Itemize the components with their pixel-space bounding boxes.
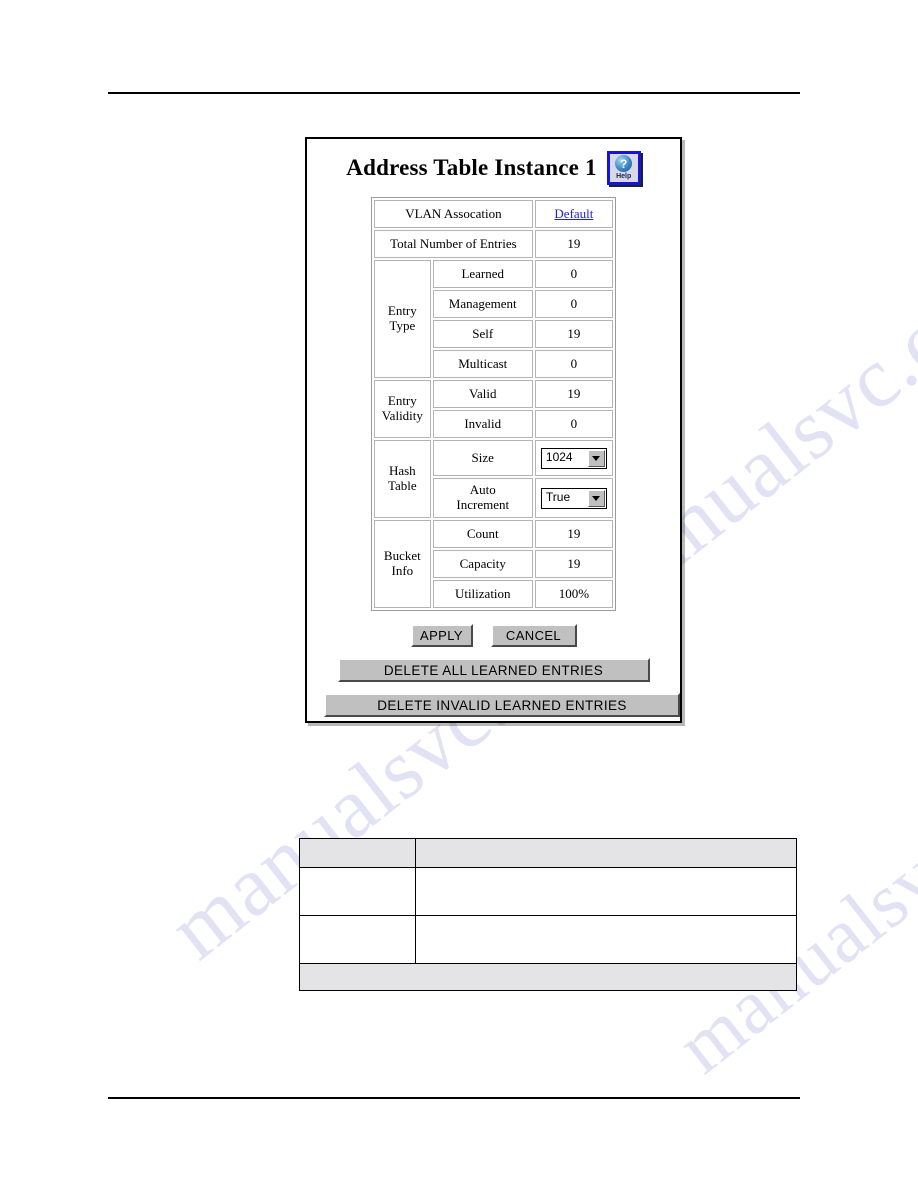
chevron-down-icon[interactable] xyxy=(587,449,605,467)
auto-increment-select[interactable]: True xyxy=(540,487,607,509)
table-row: VLAN Assocation Default xyxy=(374,200,613,228)
cell-label-self: Self xyxy=(432,320,533,348)
cell-term xyxy=(299,915,416,964)
cell-description xyxy=(415,867,797,916)
hash-size-select[interactable]: 1024 xyxy=(540,447,607,469)
group-label-hash-table: Hash Table xyxy=(374,440,431,518)
cell-label-multicast: Multicast xyxy=(432,350,533,378)
cell-value-self: 19 xyxy=(534,320,613,348)
cell-value-learned: 0 xyxy=(534,260,613,288)
group-label-line1: Entry xyxy=(387,393,417,409)
table-row: Hash Table Size 1024 xyxy=(374,440,613,518)
header-rule xyxy=(108,92,800,94)
table-row xyxy=(299,867,797,916)
footer-cell xyxy=(299,963,797,991)
cell-label-valid: Valid xyxy=(432,380,533,408)
cell-value-bucket-count: 19 xyxy=(534,520,613,548)
delete-all-learned-entries-button[interactable]: DELETE ALL LEARNED ENTRIES xyxy=(337,658,650,682)
delete-invalid-learned-entries-button[interactable]: DELETE INVALID LEARNED ENTRIES xyxy=(324,693,680,717)
cell-label-line2: Increment xyxy=(456,497,510,512)
table-row: Entry Validity Valid 19 xyxy=(374,380,613,438)
cell-label-invalid: Invalid xyxy=(432,410,533,438)
cell-value-vlan-assocation: Default xyxy=(534,200,613,228)
apply-button[interactable]: APPLY xyxy=(410,624,473,647)
cell-value-auto-increment: True xyxy=(534,478,613,518)
group-label-line2: Table xyxy=(387,478,417,493)
table-row: Total Number of Entries 19 xyxy=(374,230,613,258)
panel-header: Address Table Instance 1 ? Help xyxy=(307,139,680,193)
cell-label-management: Management xyxy=(432,290,533,318)
header-cell-term xyxy=(299,838,416,868)
table-header-row xyxy=(299,838,797,868)
address-table: VLAN Assocation Default Total Number of … xyxy=(371,197,616,611)
reference-table xyxy=(299,838,797,991)
group-label-entry-type: Entry Type xyxy=(374,260,431,378)
cancel-button[interactable]: CANCEL xyxy=(490,624,577,647)
cell-label-bucket-utilization: Utilization xyxy=(432,580,533,608)
cell-label-learned: Learned xyxy=(432,260,533,288)
cell-term xyxy=(299,867,416,916)
help-button[interactable]: ? Help xyxy=(606,151,641,185)
cell-description xyxy=(415,915,797,964)
group-label-line1: Hash xyxy=(388,463,416,479)
hash-size-select-value: 1024 xyxy=(545,451,573,465)
address-table-panel: Address Table Instance 1 ? Help VLAN Ass… xyxy=(305,137,682,723)
table-row: Bucket Info Count 19 xyxy=(374,520,613,608)
cell-label-hash-size: Size xyxy=(432,440,533,476)
header-cell-description xyxy=(415,838,797,868)
cell-label-vlan-assocation: VLAN Assocation xyxy=(374,200,533,228)
chevron-down-icon[interactable] xyxy=(587,489,605,507)
cell-value-invalid: 0 xyxy=(534,410,613,438)
cell-value-total-entries: 19 xyxy=(534,230,613,258)
group-label-line2: Info xyxy=(391,563,414,578)
cell-label-bucket-count: Count xyxy=(432,520,533,548)
group-label-entry-validity: Entry Validity xyxy=(374,380,431,438)
cell-value-bucket-utilization: 100% xyxy=(534,580,613,608)
footer-rule xyxy=(108,1097,800,1099)
group-label-line2: Type xyxy=(389,318,416,333)
cell-value-valid: 19 xyxy=(534,380,613,408)
help-button-label: Help xyxy=(616,173,632,180)
cell-value-hash-size: 1024 xyxy=(534,440,613,476)
question-mark-icon: ? xyxy=(615,155,633,172)
table-row xyxy=(299,915,797,964)
form-action-row: APPLY CANCEL xyxy=(307,624,680,647)
cell-value-management: 0 xyxy=(534,290,613,318)
group-label-line1: Bucket xyxy=(383,548,421,564)
page-title: Address Table Instance 1 xyxy=(346,155,597,180)
table-footer-row xyxy=(299,963,797,991)
group-label-line1: Entry xyxy=(387,303,417,319)
cell-label-line1: Auto xyxy=(469,482,496,498)
cell-value-bucket-capacity: 19 xyxy=(534,550,613,578)
cell-label-bucket-capacity: Capacity xyxy=(432,550,533,578)
group-label-line2: Validity xyxy=(381,408,423,423)
vlan-default-link[interactable]: Default xyxy=(554,206,593,221)
cell-value-multicast: 0 xyxy=(534,350,613,378)
table-row: Entry Type Learned 0 xyxy=(374,260,613,378)
auto-increment-select-value: True xyxy=(545,491,571,505)
cell-label-total-entries: Total Number of Entries xyxy=(374,230,533,258)
cell-label-auto-increment: Auto Increment xyxy=(432,478,533,518)
group-label-bucket-info: Bucket Info xyxy=(374,520,431,608)
